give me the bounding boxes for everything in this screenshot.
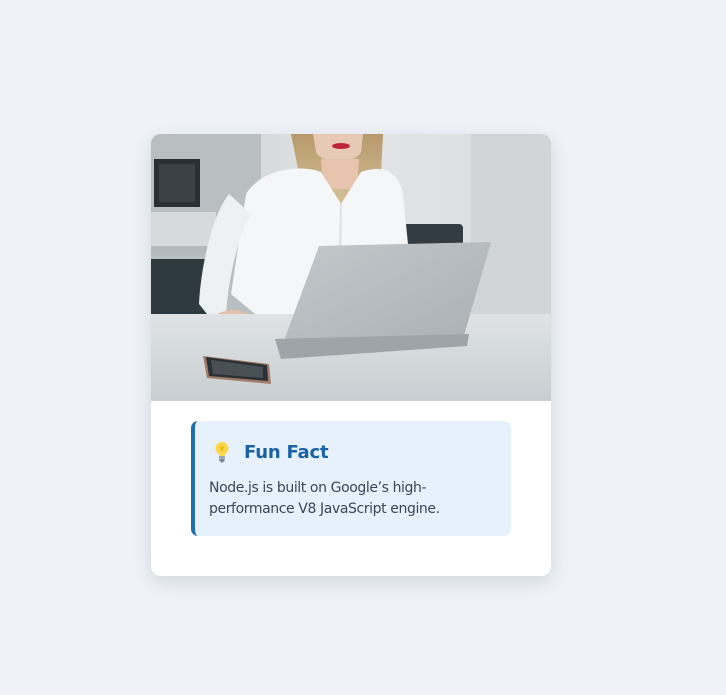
fun-fact-header: Fun Fact	[213, 440, 329, 464]
light-bulb-icon	[215, 442, 229, 463]
fun-fact-title: Fun Fact	[244, 441, 329, 463]
fun-fact-card: Fun Fact Node.js is built on Google’s hi…	[151, 134, 551, 576]
card-photo	[151, 134, 551, 401]
fun-fact-text: Node.js is built on Google’s high-perfor…	[209, 480, 440, 517]
fun-fact-box: Fun Fact Node.js is built on Google’s hi…	[191, 421, 511, 536]
